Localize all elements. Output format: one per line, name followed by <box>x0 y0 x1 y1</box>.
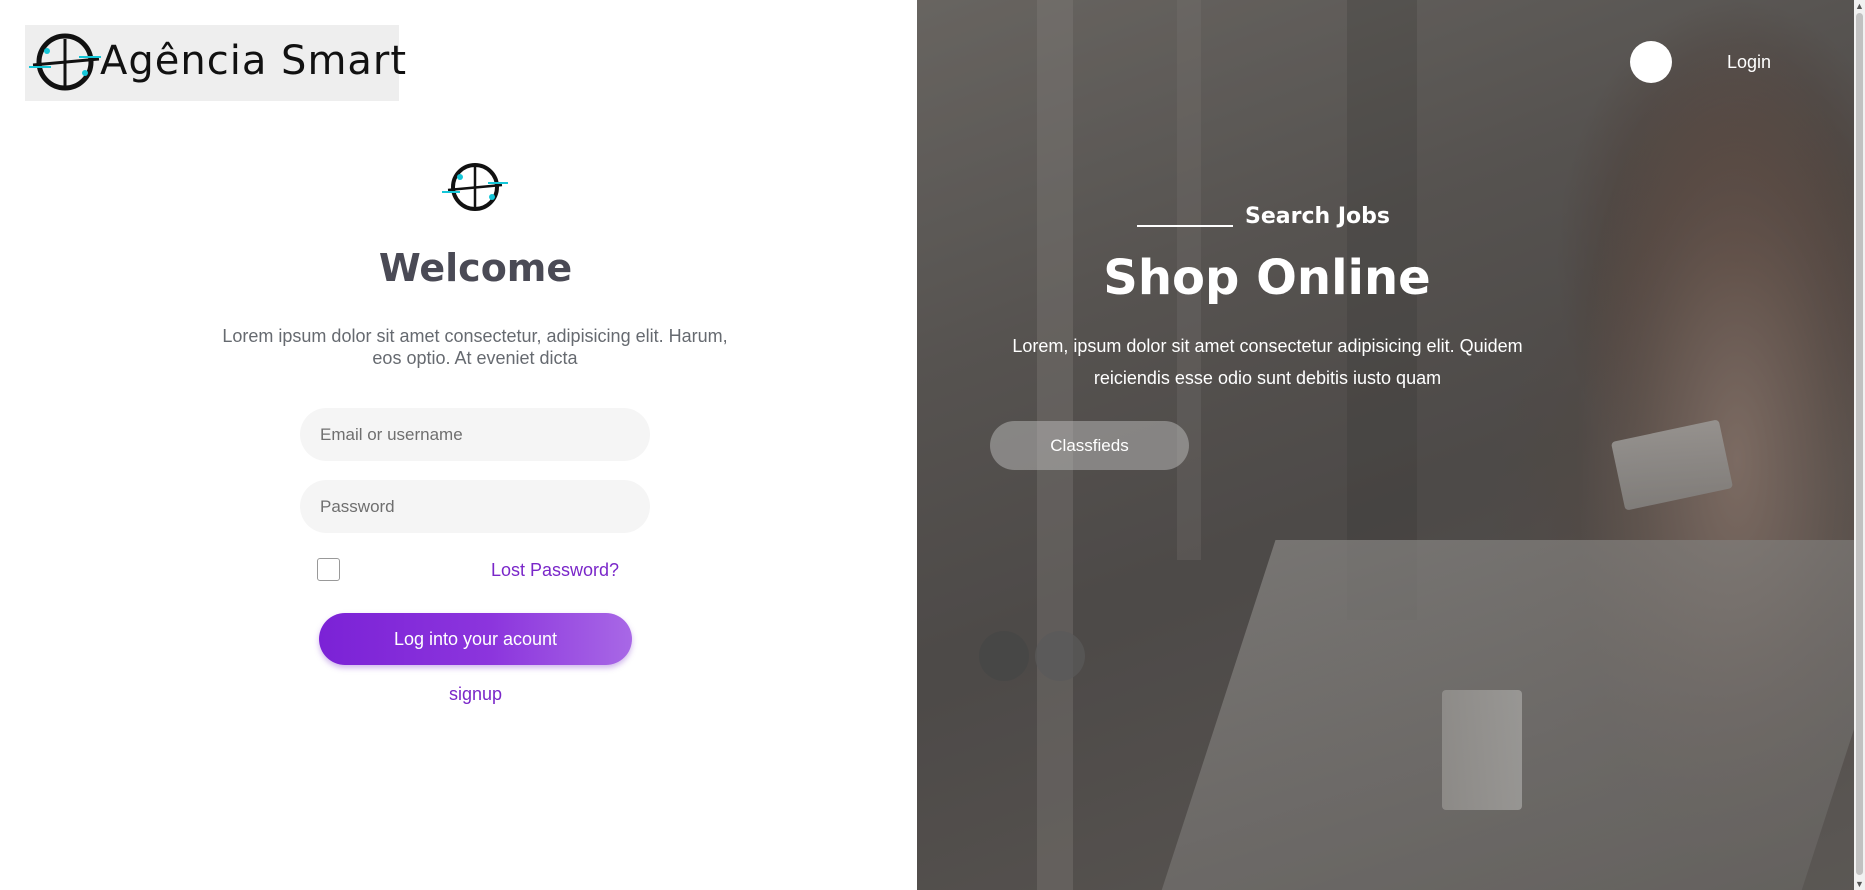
scroll-thumb[interactable] <box>1856 13 1863 875</box>
scroll-down-icon[interactable]: ▼ <box>1854 878 1865 890</box>
hero-eyebrow: Search Jobs <box>1137 204 1390 229</box>
as-logo-icon <box>442 163 508 211</box>
classifieds-button[interactable]: Classfieds <box>990 421 1189 470</box>
brand-name: Agência Smart <box>100 38 408 84</box>
signup-link[interactable]: signup <box>0 684 951 705</box>
hero-text: Lorem, ipsum dolor sit amet consectetur … <box>1012 336 1523 388</box>
hero-banner: Login Search Jobs Shop Online Lorem, ips… <box>917 0 1865 890</box>
login-panel: Agência Smart Welcome Lorem ipsum dolor … <box>0 0 917 890</box>
as-logo-icon <box>29 33 101 91</box>
hero-title: Shop Online <box>1103 250 1431 306</box>
vertical-scrollbar[interactable]: ▲ ▼ <box>1854 0 1865 890</box>
page-title: Welcome <box>378 246 573 290</box>
avatar-icon[interactable] <box>1630 41 1672 83</box>
brand-logo[interactable]: Agência Smart <box>25 25 406 101</box>
scroll-up-icon[interactable]: ▲ <box>1854 0 1865 12</box>
email-field[interactable] <box>300 408 650 461</box>
eyebrow-line <box>1137 224 1233 227</box>
eyebrow-text: Search Jobs <box>1245 204 1390 229</box>
intro-text: Lorem ipsum dolor sit amet consectetur, … <box>222 326 728 368</box>
slider-dot-icon[interactable] <box>1035 631 1085 681</box>
password-field[interactable] <box>300 480 650 533</box>
lost-password-link[interactable]: Lost Password? <box>491 560 619 581</box>
nav-login-link[interactable]: Login <box>1727 52 1771 73</box>
remember-checkbox[interactable] <box>317 558 340 581</box>
slider-dot-icon[interactable] <box>979 631 1029 681</box>
login-button[interactable]: Log into your acount <box>319 613 632 665</box>
